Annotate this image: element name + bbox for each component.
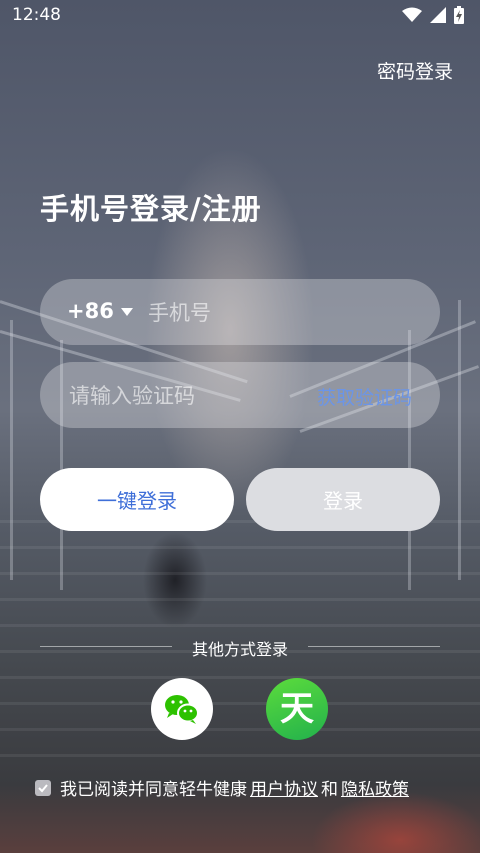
battery-charging-icon (454, 6, 464, 24)
one-key-login-button[interactable]: 一键登录 (40, 468, 234, 531)
phone-field: +86 (40, 279, 440, 347)
country-code-selector[interactable]: +86 (67, 299, 114, 323)
password-login-link[interactable]: 密码登录 (377, 57, 453, 84)
phone-input[interactable] (146, 279, 420, 347)
privacy-policy-link[interactable]: 隐私政策 (341, 775, 409, 800)
user-agreement-link[interactable]: 用户协议 (250, 775, 318, 800)
checkmark-icon (38, 783, 48, 792)
status-bar: 12:48 (0, 0, 480, 32)
tianyi-icon: 天 (280, 689, 314, 729)
wechat-icon (165, 695, 199, 724)
verification-code-input[interactable] (67, 362, 321, 430)
tianyi-login-button[interactable]: 天 (266, 678, 328, 740)
wifi-icon (402, 7, 422, 22)
other-login-divider: 其他方式登录 (0, 636, 480, 659)
background-post (10, 320, 13, 580)
chevron-down-icon[interactable] (121, 308, 133, 316)
agreement-text: 我已阅读并同意轻牛健康 (60, 780, 247, 800)
page-title: 手机号登录/注册 (40, 192, 262, 226)
agreement-checkbox[interactable] (35, 779, 51, 796)
agreement-and: 和 (321, 780, 338, 800)
verification-code-field: 获取验证码 (40, 362, 440, 430)
login-screen: 12:48 密码登录 手机号登录/注册 +86 获取验证码 一键登录 登录 其他… (0, 0, 480, 853)
background-post (458, 300, 461, 580)
other-login-label: 其他方式登录 (191, 640, 288, 659)
agreement-row: 我已阅读并同意轻牛健康 用户协议 和 隐私政策 (35, 775, 412, 800)
wechat-login-button[interactable] (151, 678, 213, 740)
svg-text:天: 天 (280, 689, 314, 729)
login-button[interactable]: 登录 (246, 468, 440, 531)
signal-icon (430, 7, 446, 23)
status-time: 12:48 (12, 5, 61, 25)
get-code-button[interactable]: 获取验证码 (317, 383, 412, 410)
